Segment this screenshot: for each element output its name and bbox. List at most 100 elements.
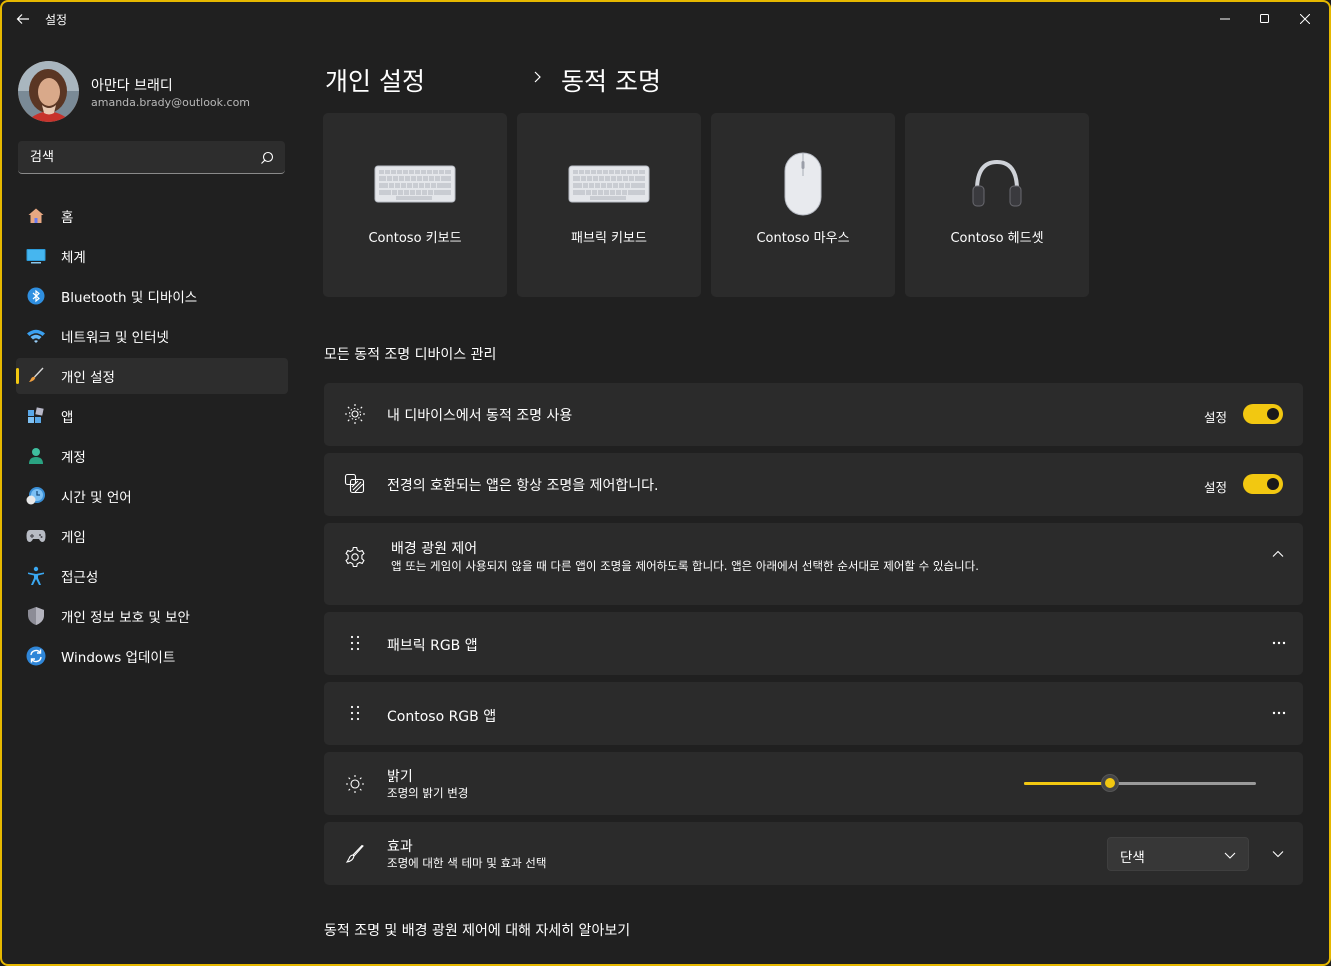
sidebar-item-privacy[interactable]: 개인 정보 보호 및 보안 [16, 598, 288, 634]
sidebar-item-label: 네트워크 및 인터넷 [61, 330, 169, 346]
breadcrumb-parent[interactable]: 개인 설정 [325, 62, 425, 98]
profile-email: amanda.brady@outlook.com [91, 96, 251, 109]
setting-title: 내 디바이스에서 동적 조명 사용 [387, 408, 573, 424]
maximize-button[interactable] [1245, 6, 1285, 32]
profile-name: 아만다 브래디 [91, 78, 173, 94]
slider-fill [1024, 782, 1110, 785]
foreground-control-toggle[interactable] [1243, 474, 1283, 494]
shield-icon [26, 606, 46, 626]
back-arrow-icon [16, 14, 29, 24]
settings-window: 설정 아만다 브래디 amanda.brady@outlook.com 검색 홈… [0, 0, 1331, 966]
sidebar-item-accounts[interactable]: 계정 [16, 438, 288, 474]
keyboard-icon [374, 165, 456, 203]
apps-icon [26, 406, 46, 426]
expand-chevron-down-icon[interactable] [1269, 845, 1287, 863]
search-input[interactable] [18, 141, 248, 173]
drag-handle-icon[interactable] [344, 702, 366, 724]
close-button[interactable] [1285, 6, 1325, 32]
setting-title: 효과 [387, 839, 413, 855]
sidebar-item-label: Windows 업데이트 [61, 650, 176, 666]
bluetooth-icon [26, 286, 46, 306]
mouse-icon [784, 152, 822, 216]
sidebar-item-bluetooth[interactable]: Bluetooth 및 디바이스 [16, 278, 288, 314]
minimize-icon [1220, 18, 1230, 20]
chevron-right-icon [534, 71, 541, 83]
search-box[interactable] [18, 141, 285, 174]
back-button[interactable] [12, 8, 34, 30]
setting-subtitle: 앱 또는 게임이 사용되지 않을 때 다른 앱이 조명을 제어하도록 합니다. … [391, 559, 979, 573]
sidebar-item-label: 앱 [61, 410, 74, 426]
setting-effects: 효과 조명에 대한 색 테마 및 효과 선택 단색 [324, 822, 1303, 885]
app-priority-item[interactable]: Contoso RGB 앱 [324, 682, 1303, 745]
title-bar: 설정 [2, 2, 1329, 36]
dynamic-lighting-toggle[interactable] [1243, 404, 1283, 424]
sidebar-item-label: Bluetooth 및 디바이스 [61, 290, 198, 306]
brightness-slider[interactable] [1024, 774, 1256, 792]
account-icon [26, 446, 46, 466]
sidebar-item-personalization[interactable]: 개인 설정 [16, 358, 288, 394]
app-label: Contoso RGB 앱 [387, 709, 497, 725]
sidebar-item-network[interactable]: 네트워크 및 인터넷 [16, 318, 288, 354]
brush-icon [344, 843, 366, 865]
close-icon [1300, 14, 1310, 24]
device-card[interactable]: 패브릭 키보드 [517, 113, 701, 297]
device-label: Contoso 헤드셋 [950, 231, 1044, 246]
sidebar-item-accessibility[interactable]: 접근성 [16, 558, 288, 594]
brightness-icon [344, 773, 366, 795]
sidebar-item-home[interactable]: 홈 [16, 198, 288, 234]
headset-icon [972, 159, 1022, 207]
update-icon [26, 646, 46, 666]
slider-thumb[interactable] [1100, 774, 1119, 792]
device-label: Contoso 키보드 [368, 231, 462, 246]
setting-subtitle: 조명에 대한 색 테마 및 효과 선택 [387, 856, 547, 870]
toggle-state-label: 설정 [1203, 480, 1227, 495]
drag-handle-icon[interactable] [344, 632, 366, 654]
setting-brightness: 밝기 조명의 밝기 변경 [324, 752, 1303, 815]
sidebar-item-gaming[interactable]: 게임 [16, 518, 288, 554]
sidebar-item-system[interactable]: 체계 [16, 238, 288, 274]
device-label: Contoso 마우스 [756, 231, 850, 246]
sidebar-item-label: 계정 [61, 450, 86, 466]
device-card[interactable]: Contoso 마우스 [711, 113, 895, 297]
time-language-icon [26, 486, 46, 506]
user-profile[interactable]: 아만다 브래디 amanda.brady@outlook.com [18, 61, 288, 123]
sidebar-item-label: 시간 및 언어 [61, 490, 132, 506]
page-title: 동적 조명 [561, 67, 661, 96]
device-card[interactable]: Contoso 헤드셋 [905, 113, 1089, 297]
sidebar-item-time-language[interactable]: 시간 및 언어 [16, 478, 288, 514]
sidebar-nav: 홈 체계 Bluetooth 및 디바이스 네트워크 및 인터넷 개인 설정 앱… [16, 198, 288, 678]
more-options-icon[interactable] [1269, 703, 1289, 723]
system-icon [26, 246, 46, 266]
dynamic-lighting-icon [344, 403, 366, 425]
sidebar-item-label: 체계 [61, 250, 86, 266]
setting-background-control[interactable]: 배경 광원 제어 앱 또는 게임이 사용되지 않을 때 다른 앱이 조명을 제어… [324, 523, 1303, 605]
gamepad-icon [26, 526, 46, 546]
chevron-up-icon[interactable] [1269, 545, 1287, 563]
sidebar-item-label: 홈 [61, 210, 74, 226]
toggle-state-label: 설정 [1203, 410, 1227, 425]
chevron-down-icon [1224, 852, 1236, 859]
brush-icon [26, 366, 46, 386]
sidebar-item-apps[interactable]: 앱 [16, 398, 288, 434]
breadcrumb: 개인 설정 동적 조명 [325, 60, 1025, 100]
app-label: 패브릭 RGB 앱 [387, 638, 478, 654]
section-title: 모든 동적 조명 디바이스 관리 [324, 347, 497, 363]
setting-foreground-control: 전경의 호환되는 앱은 항상 조명을 제어합니다. 설정 [324, 453, 1303, 516]
learn-more-link[interactable]: 동적 조명 및 배경 광원 제어에 대해 자세히 알아보기 [324, 920, 630, 940]
app-priority-item[interactable]: 패브릭 RGB 앱 [324, 612, 1303, 675]
effect-dropdown[interactable]: 단색 [1107, 837, 1249, 871]
home-icon [26, 206, 46, 226]
device-card[interactable]: Contoso 키보드 [323, 113, 507, 297]
search-icon[interactable] [259, 150, 275, 166]
sidebar-item-label: 개인 정보 보호 및 보안 [61, 610, 190, 626]
sidebar-item-label: 접근성 [61, 570, 99, 586]
keyboard-icon [568, 165, 650, 203]
minimize-button[interactable] [1205, 6, 1245, 32]
sidebar-item-windows-update[interactable]: Windows 업데이트 [16, 638, 288, 674]
more-options-icon[interactable] [1269, 633, 1289, 653]
gear-icon [344, 546, 366, 568]
setting-title: 밝기 [387, 769, 413, 785]
device-label: 패브릭 키보드 [571, 231, 647, 246]
dropdown-value: 단색 [1120, 850, 1145, 866]
avatar [18, 61, 79, 122]
